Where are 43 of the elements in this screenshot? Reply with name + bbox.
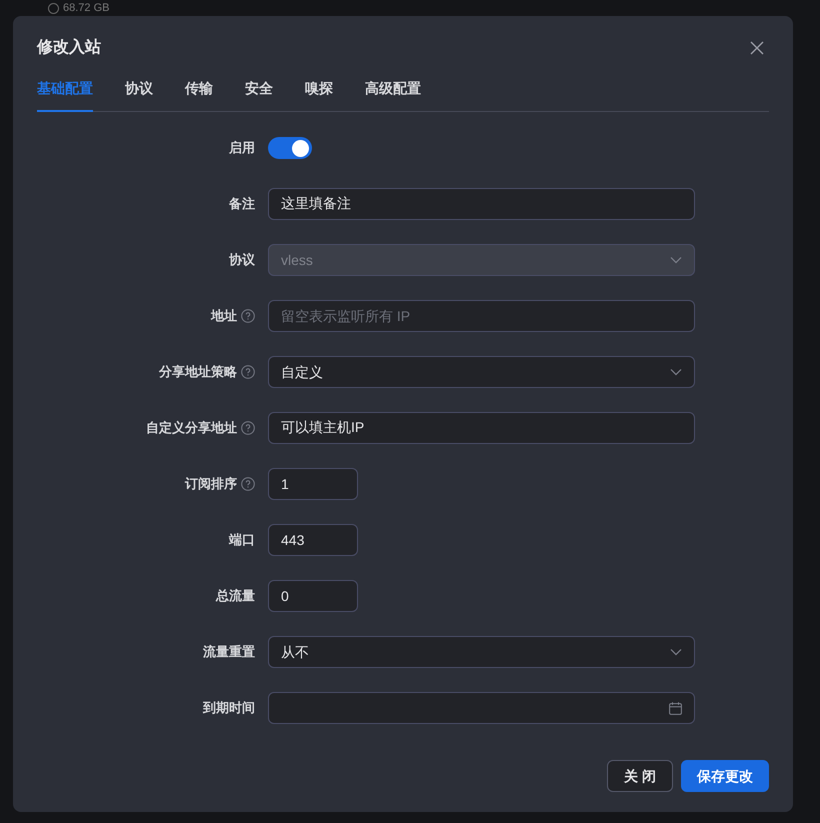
field-label: 端口 [229, 531, 255, 550]
field-label: 自定义分享地址 [146, 419, 237, 438]
select-field[interactable]: 自定义 [268, 356, 695, 388]
close-icon [750, 41, 764, 55]
switch-knob [292, 140, 309, 156]
help-icon [241, 309, 255, 323]
chevron-down-icon [670, 256, 682, 264]
select-value: 从不 [281, 643, 309, 662]
select-value: vless [281, 251, 313, 270]
field-label: 到期时间 [203, 699, 255, 718]
toggle-switch[interactable] [268, 137, 312, 159]
field-label: 备注 [229, 195, 255, 214]
cancel-button[interactable]: 关 闭 [607, 760, 673, 792]
number-field[interactable]: 443 [268, 524, 358, 556]
chevron-down-icon [670, 648, 682, 656]
text-field[interactable]: 留空表示监听所有 IP [268, 300, 695, 332]
help-icon [241, 421, 255, 435]
field-label: 分享地址策略 [159, 363, 237, 382]
calendar-icon [669, 702, 682, 714]
dialog-title: 修改入站 [37, 37, 101, 58]
help-icon [241, 365, 255, 379]
field-label: 订阅排序 [185, 475, 237, 494]
tab[interactable]: 高级配置 [365, 78, 421, 112]
disk-usage-text: 68.72 GB [63, 2, 110, 14]
number-field[interactable]: 1 [268, 468, 358, 500]
tab[interactable]: 协议 [125, 78, 153, 112]
date-field[interactable] [268, 692, 695, 724]
tab[interactable]: 传输 [185, 78, 213, 112]
field-label: 总流量 [216, 587, 255, 606]
field-label: 地址 [211, 307, 237, 326]
save-button[interactable]: 保存更改 [681, 760, 769, 792]
tab[interactable]: 嗅探 [305, 78, 333, 112]
field-label: 启用 [229, 139, 255, 158]
text-field[interactable]: 这里填备注 [268, 188, 695, 220]
select-field[interactable]: 从不 [268, 636, 695, 668]
tab[interactable]: 安全 [245, 78, 273, 112]
text-field[interactable]: 可以填主机IP [268, 412, 695, 444]
select-value: 自定义 [281, 363, 323, 382]
help-icon [241, 477, 255, 491]
field-label: 协议 [229, 251, 255, 270]
field-label: 流量重置 [203, 643, 255, 662]
chevron-down-icon [670, 368, 682, 376]
number-field[interactable]: 0 [268, 580, 358, 612]
